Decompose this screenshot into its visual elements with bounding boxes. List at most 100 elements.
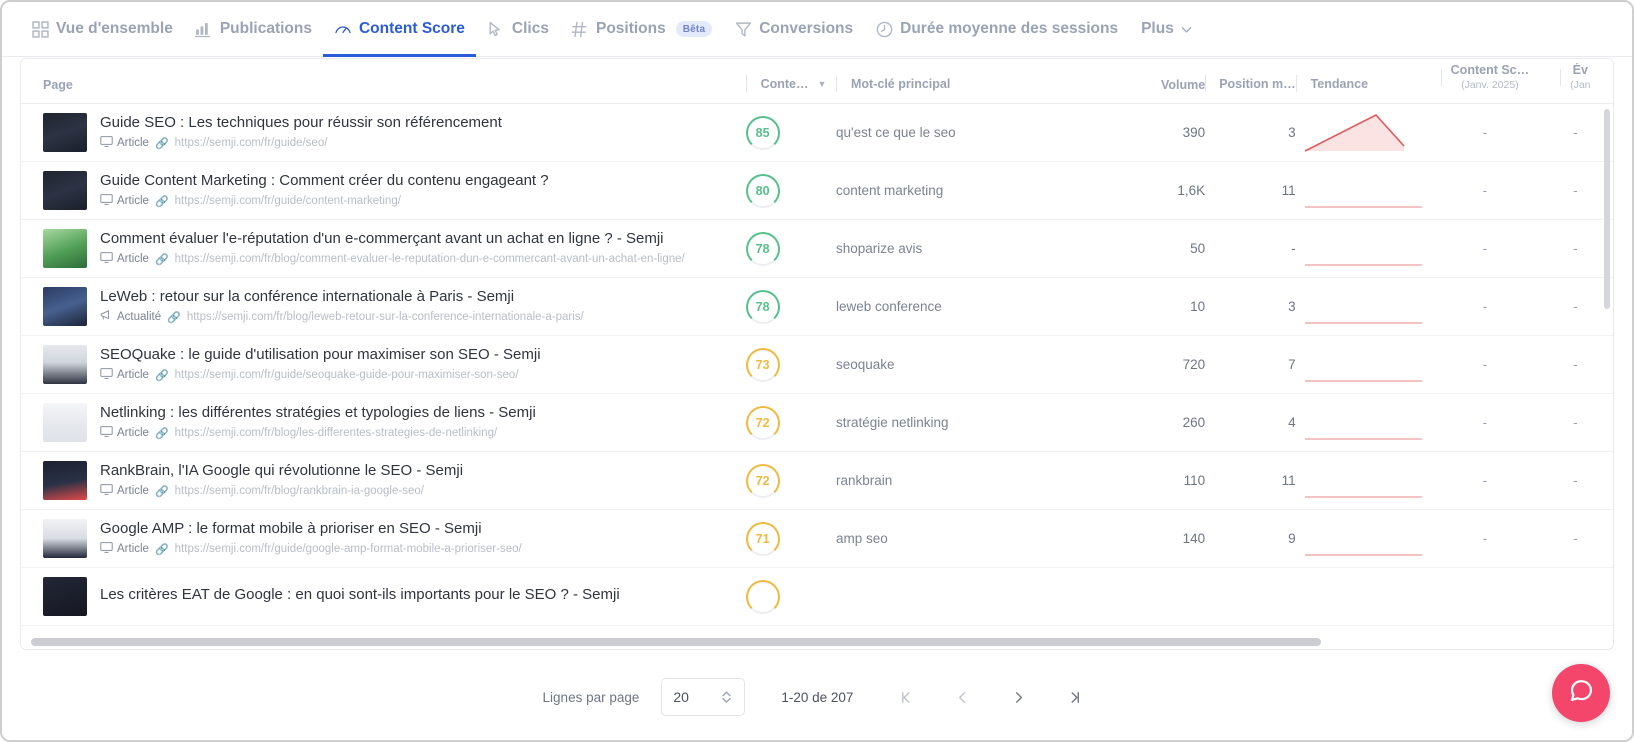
tab-duree-moyenne-sessions[interactable]: Durée moyenne des sessions [864, 2, 1129, 57]
tab-label: Conversions [759, 20, 854, 37]
first-page-icon[interactable] [889, 680, 923, 714]
page-thumbnail [43, 577, 87, 616]
page-url[interactable]: https://semji.com/fr/blog/leweb-retour-s… [187, 311, 584, 323]
page-title[interactable]: Les critères EAT de Google : en quoi son… [100, 586, 620, 603]
tab-label: Clics [511, 20, 549, 37]
column-header-content-score-month[interactable]: Content Sc… (Janv. 2025) [1432, 63, 1537, 92]
table-row[interactable]: SEOQuake : le guide d'utilisation pour m… [21, 336, 1613, 394]
cell-content-score-month: - [1482, 473, 1488, 488]
cell-main-keyword: content marketing [836, 183, 944, 198]
column-label: Év [1572, 63, 1588, 78]
column-label: Page [43, 78, 73, 92]
page-url[interactable]: https://semji.com/fr/blog/les-differente… [175, 427, 498, 439]
page-title[interactable]: LeWeb : retour sur la conférence interna… [100, 288, 584, 305]
cell-evolution: - [1573, 125, 1578, 140]
column-header-content-score[interactable]: Conte… ▼ [745, 75, 836, 92]
chat-bubble-icon [1567, 677, 1595, 710]
link-icon: 🔗 [154, 485, 169, 498]
cell-main-keyword [836, 568, 1100, 626]
cell-page: RankBrain, l'IA Google qui révolutionne … [21, 452, 746, 510]
cell-content-score: 80 [745, 162, 836, 220]
cell-content-score-month: - [1482, 531, 1488, 546]
page-type: Article [100, 135, 149, 151]
column-divider [1440, 69, 1442, 87]
page-title[interactable]: Netlinking : les différentes stratégies … [100, 404, 536, 421]
table-row[interactable]: Guide Content Marketing : Comment créer … [21, 162, 1613, 220]
tab-content-score[interactable]: Content Score [322, 2, 476, 57]
page-url[interactable]: https://semji.com/fr/guide/seoquake-guid… [175, 369, 519, 381]
content-score-ring: 80 [745, 173, 780, 208]
next-page-icon[interactable] [1001, 680, 1035, 714]
column-header-main-keyword[interactable]: Mot-clé principal [836, 75, 1100, 92]
table-row[interactable]: Comment évaluer l'e-réputation d'un e-co… [21, 220, 1613, 278]
cell-volume: 10 [1190, 299, 1206, 314]
sort-descending-icon[interactable]: ▼ [818, 79, 827, 89]
tab-conversions[interactable]: Conversions [723, 2, 864, 57]
page-type-label: Article [117, 369, 149, 381]
page-thumbnail [43, 461, 87, 500]
content-score-value: 73 [755, 357, 770, 372]
stepper-arrows-icon[interactable] [720, 690, 733, 704]
column-header-page[interactable]: Page [21, 78, 746, 92]
funnel-icon [734, 20, 752, 38]
link-icon: 🔗 [154, 195, 169, 208]
cell-position: - [1291, 241, 1296, 256]
page-type: Actualité [100, 309, 161, 325]
page-title[interactable]: Google AMP : le format mobile à priorise… [100, 520, 522, 537]
tab-vue-densemble[interactable]: Vue d'ensemble [20, 2, 184, 57]
page-title[interactable]: Guide SEO : Les techniques pour réussir … [100, 114, 502, 131]
page-url[interactable]: https://semji.com/fr/guide/content-marke… [175, 195, 401, 207]
tab-positions[interactable]: Positions Bêta [560, 2, 723, 57]
table-row[interactable]: Netlinking : les différentes stratégies … [21, 394, 1613, 452]
page-url[interactable]: https://semji.com/fr/blog/rankbrain-ia-g… [175, 485, 424, 497]
cell-volume: 260 [1182, 415, 1206, 430]
cell-page: Google AMP : le format mobile à priorise… [21, 510, 746, 568]
chat-support-button[interactable] [1552, 664, 1610, 722]
cell-content-score: 78 [745, 278, 836, 336]
cell-content-score-month: - [1482, 183, 1488, 198]
page-type: Article [100, 367, 149, 383]
cell-position: 7 [1288, 357, 1296, 372]
page-title[interactable]: Comment évaluer l'e-réputation d'un e-co… [100, 230, 685, 247]
cell-main-keyword: shoparize avis [836, 241, 923, 256]
table-row[interactable]: RankBrain, l'IA Google qui révolutionne … [21, 452, 1613, 510]
cell-position: 11 [1281, 473, 1296, 488]
column-header-trend[interactable]: Tendance [1295, 75, 1433, 92]
page-url[interactable]: https://semji.com/fr/blog/comment-evalue… [175, 253, 685, 265]
vertical-scrollbar[interactable] [1604, 109, 1610, 309]
column-header-position[interactable]: Position m… [1205, 75, 1296, 92]
page-url[interactable]: https://semji.com/fr/guide/seo/ [175, 137, 328, 149]
table-row[interactable]: Google AMP : le format mobile à priorise… [21, 510, 1613, 568]
previous-page-icon[interactable] [945, 680, 979, 714]
tab-clics[interactable]: Clics [476, 2, 560, 57]
page-meta: Article 🔗 https://semji.com/fr/guide/googl… [100, 541, 522, 557]
column-label: Volume [1160, 78, 1206, 92]
tab-label: Durée moyenne des sessions [900, 20, 1119, 37]
column-header-evolution[interactable]: Év (Jan [1538, 63, 1613, 92]
table-body[interactable]: Guide SEO : Les techniques pour réussir … [21, 104, 1613, 649]
column-header-volume[interactable]: Volume [1100, 78, 1205, 92]
tab-plus-dropdown[interactable]: Plus [1129, 20, 1206, 38]
table-row[interactable]: Les critères EAT de Google : en quoi son… [21, 568, 1613, 626]
table-row[interactable]: LeWeb : retour sur la conférence interna… [21, 278, 1613, 336]
link-icon: 🔗 [154, 369, 169, 382]
rows-per-page-stepper[interactable]: 20 [661, 678, 746, 716]
cell-trend [1296, 162, 1433, 220]
monitor-icon [100, 135, 113, 151]
page-url[interactable]: https://semji.com/fr/guide/google-amp-fo… [175, 543, 522, 555]
pagination-range: 1-20 de 207 [781, 689, 854, 705]
page-thumbnail [43, 113, 87, 152]
table-row[interactable]: Guide SEO : Les techniques pour réussir … [21, 104, 1613, 162]
cell-position: 4 [1288, 415, 1296, 430]
megaphone-icon [100, 309, 113, 325]
tab-publications[interactable]: Publications [184, 2, 323, 57]
page-title[interactable]: Guide Content Marketing : Comment créer … [100, 172, 549, 189]
cell-content-score: 71 [745, 510, 836, 568]
horizontal-scrollbar[interactable] [31, 638, 1321, 646]
last-page-icon[interactable] [1057, 680, 1091, 714]
cell-content-score-month: - [1482, 241, 1488, 256]
hash-icon [571, 20, 589, 38]
page-title[interactable]: RankBrain, l'IA Google qui révolutionne … [100, 462, 463, 479]
page-title[interactable]: SEOQuake : le guide d'utilisation pour m… [100, 346, 541, 363]
page-thumbnail [43, 403, 87, 442]
